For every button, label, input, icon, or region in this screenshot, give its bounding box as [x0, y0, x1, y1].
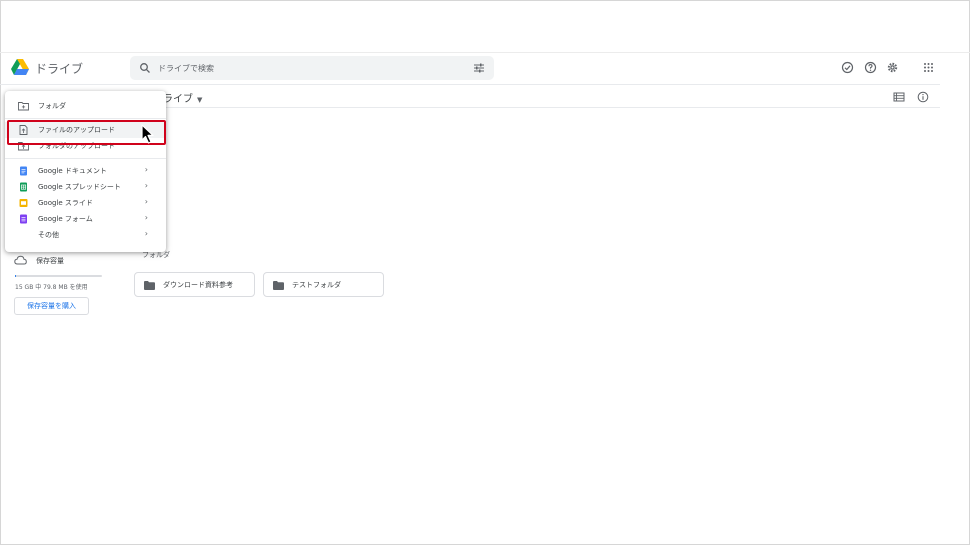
- breadcrumb[interactable]: ライブ ▼: [163, 90, 202, 105]
- new-item-menu: フォルダ ファイルのアップロード フォルダのアップロード Google ドキュメ…: [5, 91, 166, 252]
- menu-item-label: フォルダ: [38, 102, 66, 110]
- menu-separator: [5, 118, 166, 119]
- folder-icon: [144, 281, 155, 290]
- mouse-cursor-icon: [141, 124, 154, 144]
- offline-status-icon[interactable]: [841, 61, 854, 74]
- storage-bar-fill: [15, 275, 16, 277]
- search-bar[interactable]: [130, 56, 494, 80]
- breadcrumb-label: ライブ: [163, 94, 193, 105]
- storage-used-text: 15 GB 中 79.8 MB を使用: [15, 284, 88, 291]
- menu-separator: [5, 158, 166, 159]
- toolbar-divider: [130, 107, 940, 108]
- app-title: ドライブ: [35, 62, 84, 76]
- menu-item-google-docs[interactable]: Google ドキュメント ›: [5, 163, 166, 179]
- chevron-right-icon: ›: [144, 197, 148, 206]
- sheets-icon: [20, 182, 27, 192]
- menu-item-google-sheets[interactable]: Google スプレッドシート ›: [5, 179, 166, 195]
- folder-name: テストフォルダ: [292, 281, 341, 289]
- search-icon[interactable]: [139, 62, 151, 74]
- header-divider: [0, 84, 940, 85]
- caret-down-icon: ▼: [197, 96, 203, 104]
- menu-item-google-slides[interactable]: Google スライド ›: [5, 195, 166, 211]
- top-header: ドライブ: [0, 52, 970, 84]
- chevron-right-icon: ›: [144, 229, 148, 238]
- info-icon[interactable]: [917, 91, 929, 103]
- menu-item-more[interactable]: その他 ›: [5, 227, 166, 243]
- list-view-icon[interactable]: [893, 91, 905, 103]
- chevron-right-icon: ›: [144, 181, 148, 190]
- menu-item-label: その他: [38, 231, 59, 239]
- chevron-right-icon: ›: [144, 165, 148, 174]
- menu-item-label: Google フォーム: [38, 215, 93, 223]
- menu-item-label: Google ドキュメント: [38, 167, 107, 175]
- menu-item-label: Google スライド: [38, 199, 93, 207]
- slides-icon: [19, 199, 28, 207]
- apps-grid-icon[interactable]: [922, 61, 935, 74]
- settings-icon[interactable]: [886, 61, 899, 74]
- new-folder-icon: [18, 102, 29, 111]
- menu-item-google-forms[interactable]: Google フォーム ›: [5, 211, 166, 227]
- forms-icon: [20, 214, 27, 224]
- help-icon[interactable]: [864, 61, 877, 74]
- folder-name: ダウンロード資料参考: [163, 281, 233, 289]
- search-input[interactable]: [158, 59, 458, 77]
- folder-icon: [273, 281, 284, 290]
- docs-icon: [20, 166, 27, 176]
- drive-logo-icon[interactable]: [11, 59, 29, 75]
- menu-item-new-folder[interactable]: フォルダ: [5, 98, 166, 114]
- buy-storage-button[interactable]: 保存容量を購入: [14, 297, 89, 315]
- folder-card[interactable]: テストフォルダ: [263, 272, 384, 297]
- search-options-icon[interactable]: [473, 62, 485, 74]
- menu-item-label: Google スプレッドシート: [38, 183, 121, 191]
- folder-card[interactable]: ダウンロード資料参考: [134, 272, 255, 297]
- cloud-icon: [14, 255, 27, 265]
- chevron-right-icon: ›: [144, 213, 148, 222]
- storage-label[interactable]: 保存容量: [36, 256, 64, 266]
- storage-bar: [15, 275, 102, 277]
